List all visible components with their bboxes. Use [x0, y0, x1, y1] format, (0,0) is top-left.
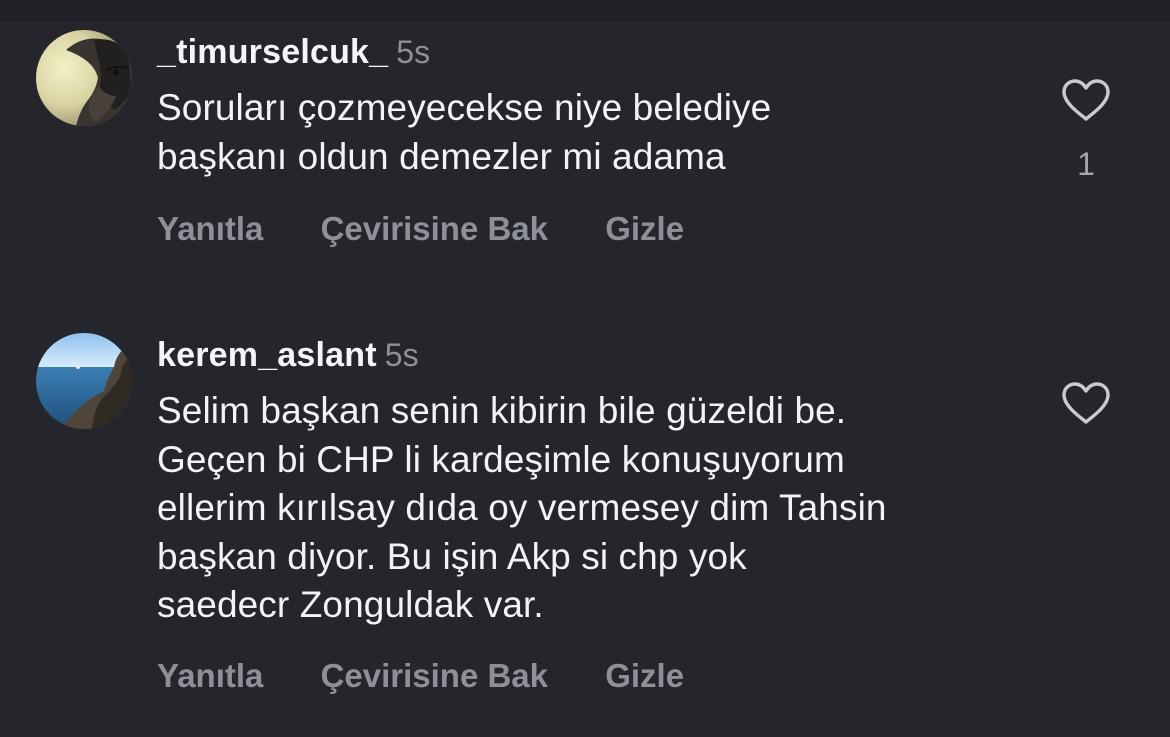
- username[interactable]: kerem_aslant: [157, 336, 377, 374]
- bearded-man-avatar-icon: [36, 30, 132, 126]
- reply-button[interactable]: Yanıtla: [157, 210, 263, 248]
- like-area: 1: [1056, 78, 1116, 183]
- comment-text-line: Geçen bi CHP li kardeşimle konuşuyorum: [157, 438, 845, 480]
- like-count: 1: [1077, 146, 1095, 182]
- comment-time: 5s: [384, 337, 419, 373]
- username[interactable]: _timurselcuk_: [157, 33, 388, 71]
- comment-header: kerem_aslant 5s: [157, 335, 419, 382]
- comment-text-line: Soruları çozmeyecekse niye belediye: [157, 87, 772, 128]
- hide-button[interactable]: Gizle: [605, 210, 684, 248]
- comment-actions: Yanıtla Çevirisine Bak Gizle: [157, 210, 732, 248]
- like-area: [1056, 381, 1116, 425]
- translate-button[interactable]: Çevirisine Bak: [321, 657, 548, 695]
- comments-screen: _timurselcuk_ 5s Soruları çozmeyecekse ni…: [0, 0, 1170, 737]
- reply-button[interactable]: Yanıtla: [157, 657, 263, 695]
- comment-text: Selim başkan senin kibirin bile güzeldi …: [157, 387, 1037, 630]
- heart-icon[interactable]: [1061, 78, 1111, 122]
- hide-button[interactable]: Gizle: [605, 657, 684, 695]
- comment-text-line: başkanı oldun demezler mi adama: [157, 135, 726, 177]
- comment-text-line: başkan diyor. Bu işin Akp si chp yok: [157, 535, 747, 577]
- comment-text-line: Selim başkan senin kibirin bile güzeldi …: [157, 390, 847, 431]
- seaside-rock-avatar-icon: [36, 333, 132, 429]
- avatar[interactable]: [36, 333, 132, 429]
- comment-header: _timurselcuk_ 5s: [157, 32, 430, 79]
- comment-text-line: ellerim kırılsay dıda oy vermesey dim Ta…: [157, 487, 887, 528]
- comment-actions: Yanıtla Çevirisine Bak Gizle: [157, 657, 732, 695]
- comment-text-line: saedecr Zonguldak var.: [157, 584, 544, 625]
- translate-button[interactable]: Çevirisine Bak: [321, 210, 548, 248]
- comment-time: 5s: [396, 34, 431, 70]
- avatar[interactable]: [36, 30, 132, 126]
- comment-text: Soruları çozmeyecekse niye belediye başk…: [157, 84, 1037, 181]
- heart-icon[interactable]: [1061, 381, 1111, 425]
- top-divider: [0, 0, 1170, 23]
